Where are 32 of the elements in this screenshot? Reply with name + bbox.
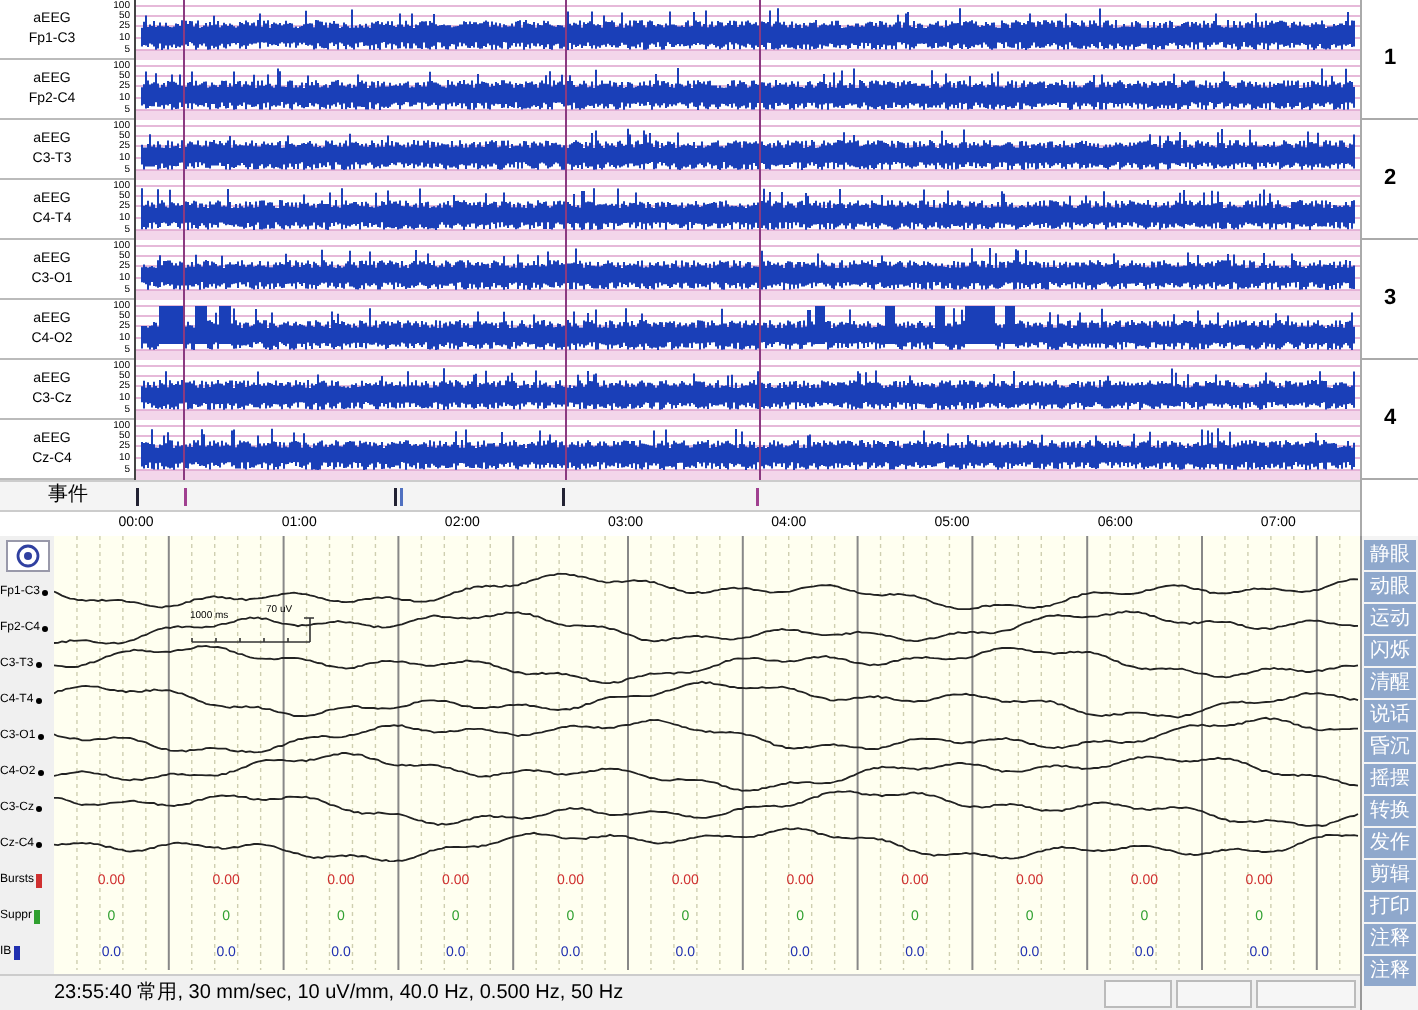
target-button[interactable]: [5, 539, 49, 571]
annotation-button[interactable]: 打印: [1364, 892, 1416, 922]
annotation-button[interactable]: 动眼: [1364, 572, 1416, 602]
annotation-button[interactable]: 清醒: [1364, 668, 1416, 698]
annotation-button[interactable]: 昏沉: [1364, 732, 1416, 762]
scale-bar-drawing: [190, 616, 314, 644]
annotation-button[interactable]: 发作: [1364, 828, 1416, 858]
event-marker: [756, 488, 759, 506]
events-label: 事件: [48, 486, 88, 506]
event-marker: [562, 488, 565, 506]
event-marker: [400, 488, 403, 506]
annotation-button[interactable]: 转换: [1364, 796, 1416, 826]
group-number: 3: [1383, 284, 1397, 315]
event-marker: [136, 488, 139, 506]
status-text: 23:55:40 常用, 30 mm/sec, 10 uV/mm, 40.0 Hz, 0.500 Hz, 50 Hz: [52, 983, 624, 1003]
annotation-button[interactable]: 注释: [1364, 956, 1416, 986]
status-pane: [1176, 979, 1252, 1007]
annotation-button[interactable]: 说话: [1364, 700, 1416, 730]
group-number: 2: [1383, 164, 1397, 195]
annotation-button[interactable]: 摇摆: [1364, 764, 1416, 794]
status-pane: [1104, 979, 1172, 1007]
event-marker: [394, 488, 397, 506]
status-pane: [1256, 979, 1356, 1007]
annotation-button[interactable]: 闪烁: [1364, 636, 1416, 666]
annotation-button[interactable]: 静眼: [1364, 540, 1416, 570]
event-marker: [184, 488, 187, 506]
group-number: 4: [1383, 404, 1397, 435]
group-number: 1: [1383, 44, 1397, 75]
target-icon: [15, 543, 39, 567]
annotation-button[interactable]: 运动: [1364, 604, 1416, 634]
annotation-button[interactable]: 注释: [1364, 924, 1416, 954]
annotation-button[interactable]: 剪辑: [1364, 860, 1416, 890]
